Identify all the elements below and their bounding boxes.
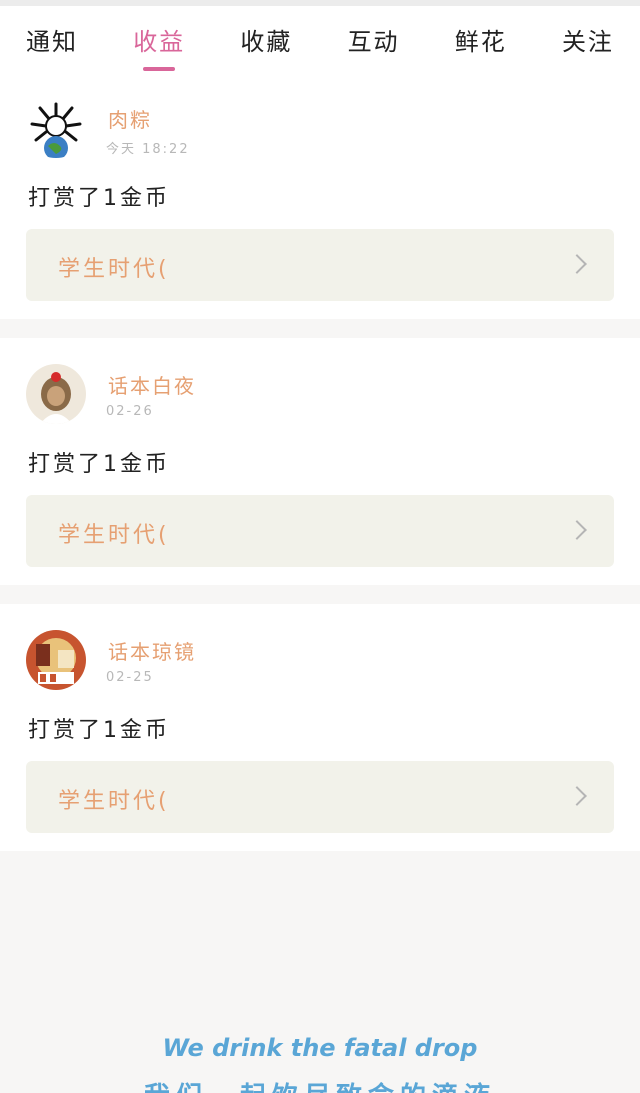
timestamp: 今天 18:22 xyxy=(106,142,190,157)
avatar[interactable] xyxy=(26,98,86,158)
work-link[interactable]: 学生时代( xyxy=(26,229,614,301)
work-link[interactable]: 学生时代( xyxy=(26,761,614,833)
timestamp: 02-26 xyxy=(106,404,154,419)
avatar[interactable] xyxy=(26,630,86,690)
earning-item: 肉粽 今天 18:22 打赏了1金币 学生时代( xyxy=(0,72,640,319)
work-title: 学生时代( xyxy=(58,257,170,282)
tab-notifications[interactable]: 通知 xyxy=(26,22,78,57)
tab-interactions[interactable]: 互动 xyxy=(348,22,400,57)
reward-text: 打赏了1金币 xyxy=(28,186,170,211)
earning-item: 话本琼镜 02-25 打赏了1金币 学生时代( xyxy=(0,604,640,851)
work-link[interactable]: 学生时代( xyxy=(26,495,614,567)
username[interactable]: 话本琼镜 xyxy=(108,636,196,665)
tab-favorites[interactable]: 收藏 xyxy=(240,22,292,57)
footer-caption-chinese: 我们一起饮尽致命的滴液 xyxy=(0,1076,640,1093)
tab-flowers[interactable]: 鲜花 xyxy=(455,22,507,57)
earning-item: 话本白夜 02-26 打赏了1金币 学生时代( xyxy=(0,338,640,585)
username[interactable]: 肉粽 xyxy=(108,104,152,133)
chevron-right-icon xyxy=(567,520,587,540)
chevron-right-icon xyxy=(567,254,587,274)
timestamp: 02-25 xyxy=(106,670,154,685)
tab-earnings[interactable]: 收益 xyxy=(133,22,185,71)
footer-caption-english: We drink the fatal drop xyxy=(162,1034,478,1062)
reward-text: 打赏了1金币 xyxy=(28,718,170,743)
username[interactable]: 话本白夜 xyxy=(108,370,196,399)
work-title: 学生时代( xyxy=(58,523,170,548)
reward-text: 打赏了1金币 xyxy=(28,452,170,477)
avatar[interactable] xyxy=(26,364,86,424)
chevron-right-icon xyxy=(567,786,587,806)
tabs: 通知 收益 收藏 互动 鲜花 关注 xyxy=(0,6,640,72)
tab-following[interactable]: 关注 xyxy=(562,22,614,57)
work-title: 学生时代( xyxy=(58,789,170,814)
top-tab-bar: 通知 收益 收藏 互动 鲜花 关注 xyxy=(0,0,640,72)
